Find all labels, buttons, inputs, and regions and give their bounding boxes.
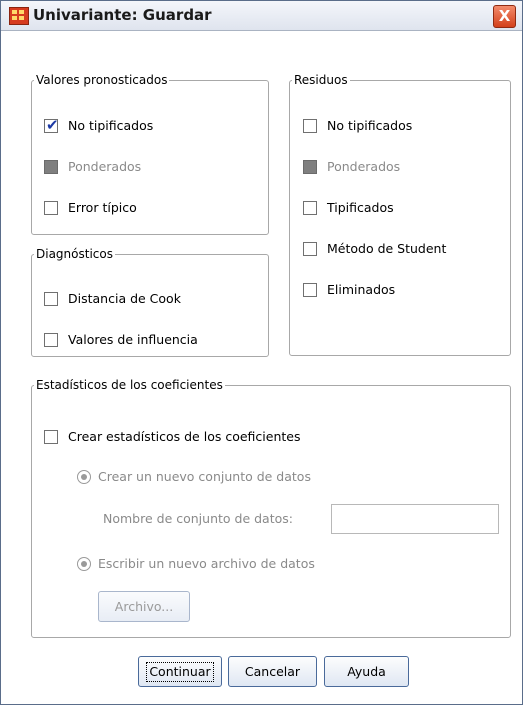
coeficientes-legend: Estadísticos de los coeficientes	[36, 378, 223, 392]
nuevo-archivo-label: Escribir un nuevo archivo de datos	[98, 556, 315, 571]
residuos-tipificados-label: Tipificados	[327, 200, 394, 215]
spss-table-icon	[9, 7, 29, 25]
valores-ponderados-label: Ponderados	[68, 159, 142, 174]
continue-label: Continuar	[146, 662, 214, 682]
valores-influencia-checkbox[interactable]	[44, 333, 58, 347]
residuos-eliminados-checkbox[interactable]	[303, 283, 317, 297]
cancel-button[interactable]: Cancelar	[228, 656, 317, 687]
valores-pronosticados-legend: Valores pronosticados	[36, 73, 168, 87]
valores-no-tipificados-label: No tipificados	[68, 118, 154, 133]
valores-error-tipico-checkbox[interactable]	[44, 201, 58, 215]
residuos-metodo-student-checkbox[interactable]	[303, 242, 317, 256]
residuos-metodo-student-label: Método de Student	[327, 241, 447, 256]
window-title: Univariante: Guardar	[33, 6, 212, 24]
residuos-no-tipificados-checkbox[interactable]	[303, 119, 317, 133]
residuos-legend: Residuos	[294, 73, 348, 87]
valores-ponderados-checkbox	[44, 160, 58, 174]
checkmark-icon: ✔	[46, 116, 59, 134]
crear-estadisticos-label: Crear estadísticos de los coeficientes	[68, 429, 301, 444]
residuos-group: Residuos	[289, 73, 511, 356]
diagnosticos-legend: Diagnósticos	[36, 247, 113, 261]
save-dialog: Univariante: Guardar X Valores pronostic…	[0, 0, 523, 705]
continue-button[interactable]: Continuar	[138, 656, 222, 687]
valores-error-tipico-label: Error típico	[68, 200, 137, 215]
nombre-conjunto-input[interactable]	[331, 504, 499, 534]
valores-influencia-label: Valores de influencia	[68, 332, 198, 347]
archivo-button[interactable]: Archivo...	[98, 591, 190, 622]
valores-pronosticados-group: Valores pronosticados	[31, 73, 269, 235]
residuos-ponderados-checkbox	[303, 160, 317, 174]
nuevo-conjunto-label: Crear un nuevo conjunto de datos	[98, 469, 311, 484]
close-button[interactable]: X	[493, 5, 516, 28]
residuos-ponderados-label: Ponderados	[327, 159, 401, 174]
title-bar: Univariante: Guardar X	[1, 1, 522, 31]
crear-estadisticos-checkbox[interactable]	[44, 430, 58, 444]
dialog-body: Valores pronosticados ✔ No tipificados P…	[1, 31, 522, 704]
residuos-tipificados-checkbox[interactable]	[303, 201, 317, 215]
help-button[interactable]: Ayuda	[324, 656, 409, 687]
nuevo-conjunto-radio[interactable]	[77, 470, 91, 484]
residuos-eliminados-label: Eliminados	[327, 282, 396, 297]
residuos-no-tipificados-label: No tipificados	[327, 118, 413, 133]
nombre-conjunto-label: Nombre de conjunto de datos:	[103, 511, 293, 526]
nuevo-archivo-radio[interactable]	[77, 557, 91, 571]
distancia-cook-label: Distancia de Cook	[68, 291, 181, 306]
distancia-cook-checkbox[interactable]	[44, 292, 58, 306]
valores-no-tipificados-checkbox[interactable]: ✔	[44, 116, 59, 134]
